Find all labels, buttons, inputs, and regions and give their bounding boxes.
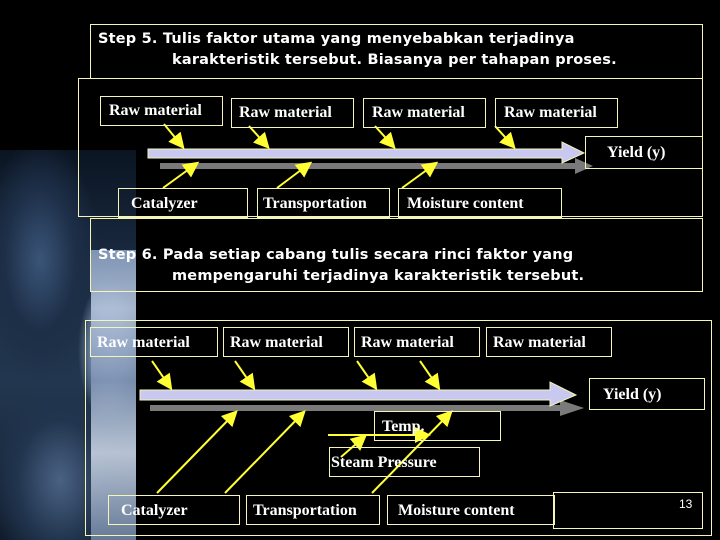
diagram1-spine bbox=[147, 141, 593, 174]
d2-bottom-cause-1: Catalyzer bbox=[121, 502, 188, 519]
d1-top-cause-1: Raw material bbox=[109, 102, 202, 119]
d1-effect: Yield (y) bbox=[607, 144, 666, 161]
d1-bottom-cause-1: Catalyzer bbox=[131, 195, 198, 212]
page-number: 13 bbox=[679, 497, 693, 511]
d2-sub-cause-steam: Steam Pressure bbox=[331, 454, 437, 471]
d1-bottom-cause-3: Moisture content bbox=[407, 195, 524, 212]
d2-top-cause-4: Raw material bbox=[493, 334, 586, 351]
d2-top-cause-1: Raw material bbox=[97, 334, 190, 351]
d2-sub-cause-temp: Temp. bbox=[382, 418, 425, 435]
diagram2-spine bbox=[139, 381, 584, 416]
d1-top-cause-3: Raw material bbox=[372, 104, 465, 121]
d2-top-cause-3: Raw material bbox=[361, 334, 454, 351]
d1-top-cause-2: Raw material bbox=[239, 104, 332, 121]
d2-effect: Yield (y) bbox=[603, 386, 662, 403]
d1-bottom-cause-2: Transportation bbox=[263, 195, 367, 212]
d2-top-cause-2: Raw material bbox=[230, 334, 323, 351]
d1-top-cause-4: Raw material bbox=[504, 104, 597, 121]
d2-bottom-cause-2: Transportation bbox=[253, 502, 357, 519]
d2-bottom-cause-3: Moisture content bbox=[398, 502, 515, 519]
